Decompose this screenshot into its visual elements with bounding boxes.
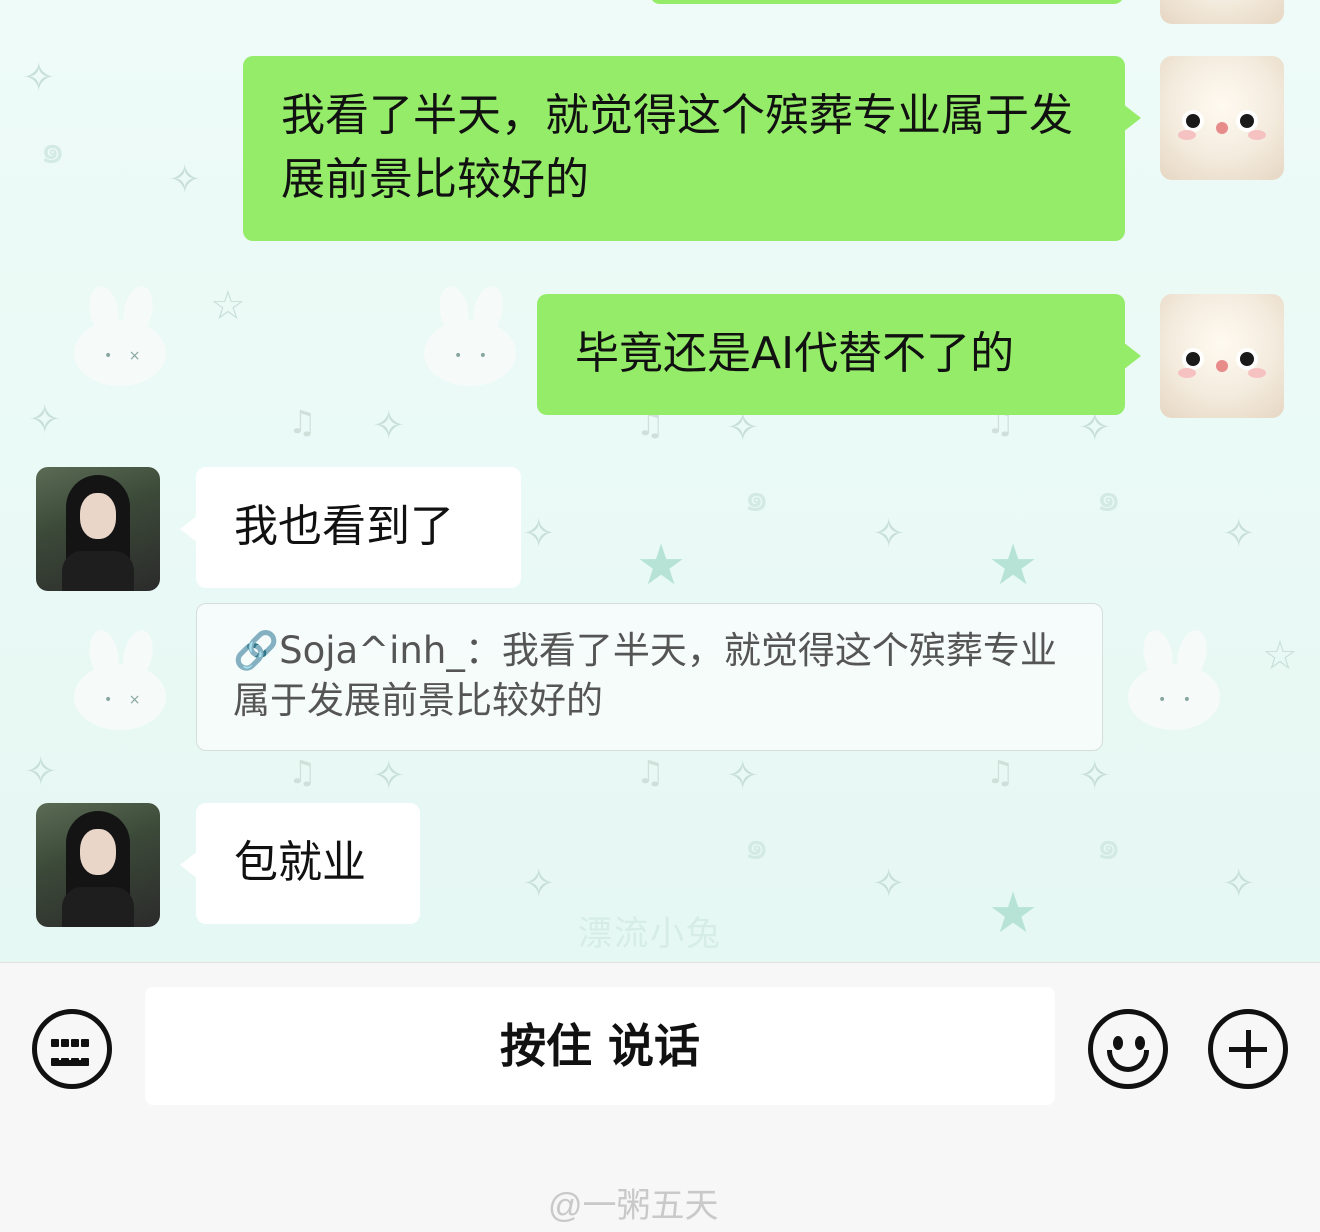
contact-message-bubble[interactable]: 包就业 <box>180 803 420 924</box>
swirl-decoration: ๑ <box>744 823 770 869</box>
contact-avatar[interactable] <box>36 803 160 927</box>
star-decoration: ★ <box>988 533 1039 598</box>
message-text: 我看了半天，就觉得这个殡葬专业属于发展前景比较好的 <box>281 90 1073 205</box>
emoji-icon[interactable] <box>1088 1009 1168 1089</box>
link-icon: 🔗 <box>233 629 280 672</box>
star-decoration: ★ <box>988 881 1039 946</box>
chat-area[interactable]: ✧ ✧ ๑ ☆ ✧ ♫ ✧ ♫ ✧ ♫ ✧ ๑ ๑ ✧ ✧ ✧ ★ ★ ☆ ✧ … <box>0 0 1320 962</box>
contact-avatar[interactable] <box>36 467 160 591</box>
swirl-decoration: ๑ <box>40 127 66 173</box>
my-message-bubble[interactable]: 我看了半天，就觉得这个殡葬专业属于发展前景比较好的 <box>243 56 1141 241</box>
wallpaper-watermark: 漂流小兔 <box>578 914 722 954</box>
message-text: 包就业 <box>234 837 366 888</box>
music-note-decoration: ♫ <box>636 753 665 791</box>
message-text: 我也看到了 <box>234 501 454 552</box>
my-avatar[interactable] <box>1160 56 1284 180</box>
sparkle-decoration: ✧ <box>522 511 556 557</box>
sparkle-decoration: ✧ <box>726 753 760 799</box>
my-avatar[interactable] <box>1160 294 1284 418</box>
sparkle-decoration: ✧ <box>372 753 406 799</box>
bunny-decoration: • • <box>1120 627 1230 730</box>
bunny-decoration: • × <box>66 283 176 386</box>
music-note-decoration: ♫ <box>288 753 317 791</box>
quoted-message[interactable]: 🔗Soja^inh_：我看了半天，就觉得这个殡葬专业属于发展前景比较好的 <box>196 603 1103 751</box>
quoted-text: Soja^inh_：我看了半天，就觉得这个殡葬专业属于发展前景比较好的 <box>233 629 1057 722</box>
bunny-decoration: • • <box>416 283 526 386</box>
swirl-decoration: ๑ <box>744 475 770 521</box>
music-note-decoration: ♫ <box>986 753 1015 791</box>
sparkle-decoration: ✧ <box>1222 511 1256 557</box>
star-outline-decoration: ☆ <box>1262 633 1298 679</box>
bunny-decoration: • × <box>66 627 176 730</box>
chat-screen: ✧ ✧ ๑ ☆ ✧ ♫ ✧ ♫ ✧ ♫ ✧ ๑ ๑ ✧ ✧ ✧ ★ ★ ☆ ✧ … <box>0 0 1320 1232</box>
my-message-bubble[interactable]: 毕竟还是AI代替不了的 <box>537 294 1141 415</box>
music-note-decoration: ♫ <box>288 403 317 441</box>
message-bubble-previous[interactable] <box>650 0 1124 4</box>
swirl-decoration: ๑ <box>1096 823 1122 869</box>
sparkle-decoration: ✧ <box>872 511 906 557</box>
image-watermark: @一粥五天 <box>548 1187 719 1225</box>
swirl-decoration: ๑ <box>1096 475 1122 521</box>
sparkle-decoration: ✧ <box>1222 861 1256 907</box>
star-decoration: ★ <box>636 533 687 598</box>
sparkle-decoration: ✧ <box>28 397 62 443</box>
sparkle-decoration: ✧ <box>168 157 202 203</box>
keyboard-icon[interactable] <box>32 1009 112 1089</box>
my-avatar[interactable] <box>1160 0 1284 24</box>
sparkle-decoration: ✧ <box>24 749 58 795</box>
contact-message-bubble[interactable]: 我也看到了 <box>180 467 521 588</box>
sparkle-decoration: ✧ <box>522 861 556 907</box>
hold-to-talk-button[interactable]: 按住 说话 <box>145 987 1055 1105</box>
star-outline-decoration: ☆ <box>210 283 246 329</box>
sparkle-decoration: ✧ <box>1078 753 1112 799</box>
plus-icon[interactable] <box>1208 1009 1288 1089</box>
message-text: 毕竟还是AI代替不了的 <box>575 328 1015 379</box>
sparkle-decoration: ✧ <box>372 403 406 449</box>
sparkle-decoration: ✧ <box>872 861 906 907</box>
sparkle-decoration: ✧ <box>22 55 56 101</box>
